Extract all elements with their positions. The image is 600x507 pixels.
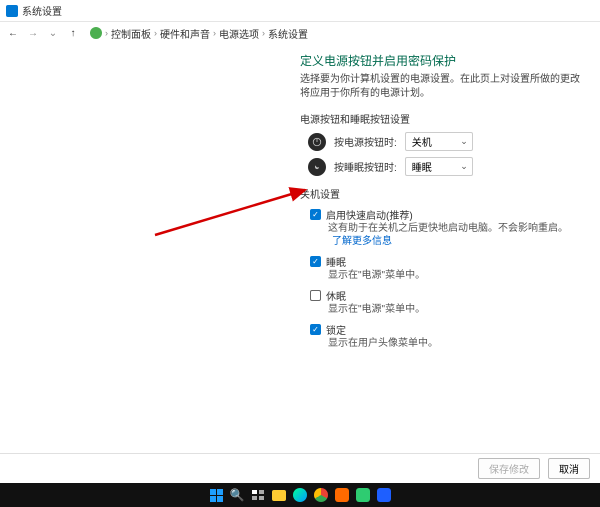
power-button-label: 按电源按钮时: bbox=[334, 134, 397, 149]
power-button-value: 关机 bbox=[412, 134, 432, 149]
chk-sleep[interactable] bbox=[310, 256, 321, 267]
page-description: 选择要为你计算机设置的电源设置。在此页上对设置所做的更改将应用于你所有的电源计划… bbox=[300, 73, 580, 101]
nav-bar: ← → ⌄ ↑ › 控制面板 › 硬件和声音 › 电源选项 › 系统设置 bbox=[0, 22, 600, 44]
bc-power-options[interactable]: 电源选项 bbox=[219, 26, 259, 41]
titlebar: 系统设置 bbox=[0, 0, 600, 22]
task-view-icon[interactable] bbox=[251, 488, 265, 502]
bc-hardware-sound[interactable]: 硬件和声音 bbox=[160, 26, 210, 41]
search-icon[interactable]: 🔍 bbox=[230, 488, 244, 502]
sub-fast-startup: 这有助于在关机之后更快地启动电脑。不会影响重启。 bbox=[328, 223, 568, 234]
sleep-button-row: 按睡眠按钮时: 睡眠 ⌄ bbox=[300, 157, 580, 176]
chevron-right-icon: › bbox=[154, 28, 157, 38]
sub-sleep: 显示在"电源"菜单中。 bbox=[328, 269, 580, 282]
sub-lock: 显示在用户头像菜单中。 bbox=[328, 337, 580, 350]
lbl-fast-startup: 启用快速启动(推荐) bbox=[326, 207, 413, 222]
section-shutdown-title: 关机设置 bbox=[300, 186, 580, 201]
control-panel-icon bbox=[90, 27, 102, 39]
link-learn-more[interactable]: 了解更多信息 bbox=[332, 236, 392, 247]
explorer-icon[interactable] bbox=[272, 490, 286, 501]
sleep-button-value: 睡眠 bbox=[412, 159, 432, 174]
chevron-right-icon: › bbox=[262, 28, 265, 38]
save-button[interactable]: 保存修改 bbox=[478, 458, 540, 479]
lbl-hibernate: 休眠 bbox=[326, 288, 346, 303]
sleep-button-dropdown[interactable]: 睡眠 ⌄ bbox=[405, 157, 473, 176]
lbl-lock: 锁定 bbox=[326, 322, 346, 337]
chk-hibernate[interactable] bbox=[310, 290, 321, 301]
page-heading: 定义电源按钮并启用密码保护 bbox=[300, 52, 580, 69]
app2-icon[interactable] bbox=[356, 488, 370, 502]
opt-lock: 锁定 显示在用户头像菜单中。 bbox=[300, 322, 580, 350]
footer-bar: 保存修改 取消 bbox=[0, 453, 600, 483]
app-icon bbox=[6, 5, 18, 17]
lbl-sleep: 睡眠 bbox=[326, 254, 346, 269]
chevron-right-icon: › bbox=[213, 28, 216, 38]
bc-system-settings[interactable]: 系统设置 bbox=[268, 26, 308, 41]
opt-hibernate: 休眠 显示在"电源"菜单中。 bbox=[300, 288, 580, 316]
nav-forward: → bbox=[26, 26, 40, 40]
nav-back[interactable]: ← bbox=[6, 26, 20, 40]
nav-up[interactable]: ↑ bbox=[66, 26, 80, 40]
taskbar: 🔍 bbox=[0, 483, 600, 507]
app1-icon[interactable] bbox=[335, 488, 349, 502]
settings-taskbar-icon[interactable] bbox=[377, 488, 391, 502]
chrome-icon[interactable] bbox=[314, 488, 328, 502]
section-buttons-title: 电源按钮和睡眠按钮设置 bbox=[300, 111, 580, 126]
start-icon[interactable] bbox=[209, 488, 223, 502]
edge-icon[interactable] bbox=[293, 488, 307, 502]
sub-hibernate: 显示在"电源"菜单中。 bbox=[328, 303, 580, 316]
chevron-down-icon: ⌄ bbox=[460, 161, 468, 172]
nav-recent[interactable]: ⌄ bbox=[46, 26, 60, 40]
chevron-down-icon: ⌄ bbox=[460, 136, 468, 147]
power-button-row: 按电源按钮时: 关机 ⌄ bbox=[300, 132, 580, 151]
content-area: 定义电源按钮并启用密码保护 选择要为你计算机设置的电源设置。在此页上对设置所做的… bbox=[0, 44, 600, 453]
chk-lock[interactable] bbox=[310, 324, 321, 335]
window-title: 系统设置 bbox=[22, 3, 62, 18]
opt-fast-startup: 启用快速启动(推荐) 这有助于在关机之后更快地启动电脑。不会影响重启。 了解更多… bbox=[300, 207, 580, 248]
opt-sleep: 睡眠 显示在"电源"菜单中。 bbox=[300, 254, 580, 282]
sleep-button-label: 按睡眠按钮时: bbox=[334, 159, 397, 174]
sleep-icon bbox=[308, 158, 326, 176]
power-button-dropdown[interactable]: 关机 ⌄ bbox=[405, 132, 473, 151]
bc-control-panel[interactable]: 控制面板 bbox=[111, 26, 151, 41]
cancel-button[interactable]: 取消 bbox=[548, 458, 590, 479]
breadcrumb: › 控制面板 › 硬件和声音 › 电源选项 › 系统设置 bbox=[90, 26, 308, 41]
chevron-right-icon: › bbox=[105, 28, 108, 38]
chk-fast-startup[interactable] bbox=[310, 209, 321, 220]
power-icon bbox=[308, 133, 326, 151]
